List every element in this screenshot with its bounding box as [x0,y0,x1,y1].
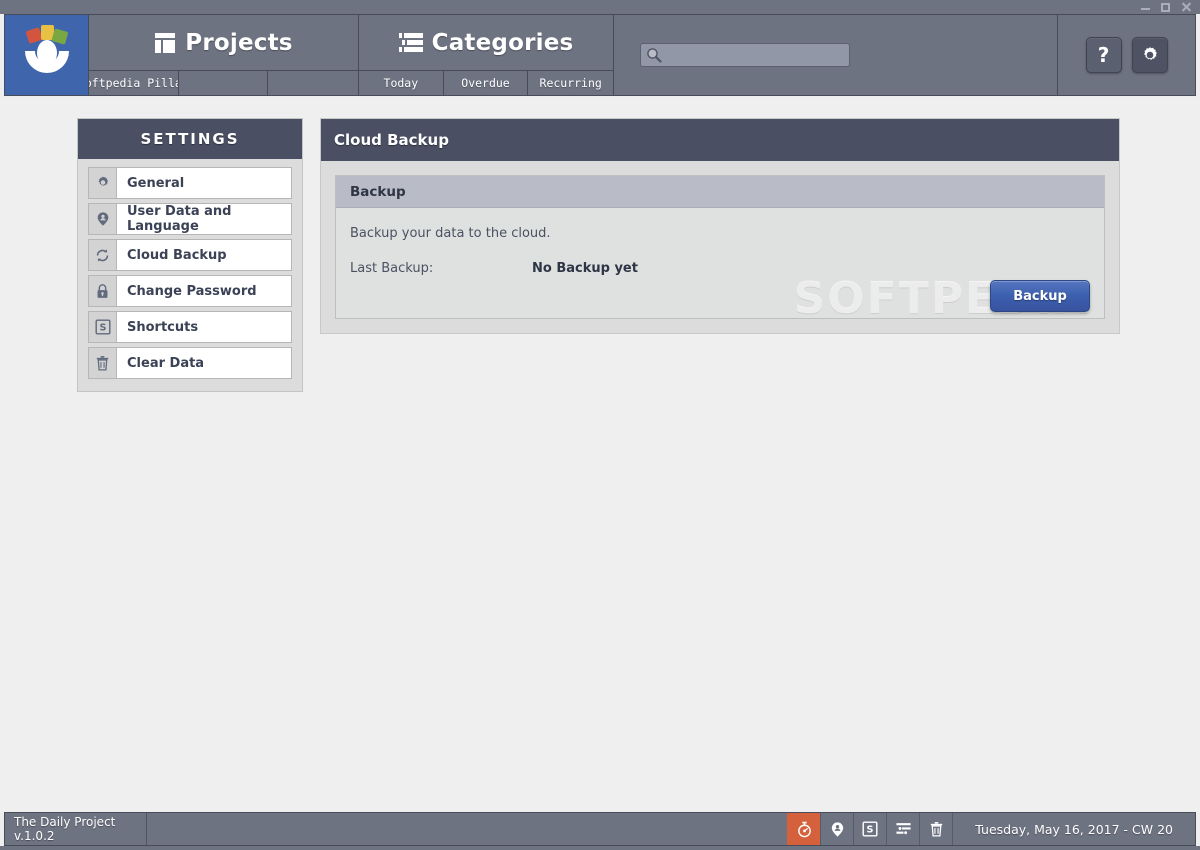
app-version-label: The Daily Project v.1.0.2 [5,813,147,845]
subtabs-projects: Softpedia Pillar [89,70,359,95]
status-bar: The Daily Project v.1.0.2 S Tuesday, May… [4,812,1196,846]
settings-button[interactable] [1131,37,1168,73]
nav-block-categories: Categories Today Overdue Recurring [359,15,614,95]
last-backup-value: No Backup yet [532,261,638,276]
subtabs-categories: Today Overdue Recurring [359,70,613,95]
nav-label-categories: Categories [431,29,574,56]
subtab-recurring[interactable]: Recurring [528,71,613,95]
minimize-icon[interactable] [1141,3,1150,11]
last-backup-row: Last Backup: No Backup yet [350,261,1090,276]
backup-card-title: Backup [336,176,1104,208]
person-pin-icon [89,204,117,234]
settings-panel-title: SETTINGS [78,119,302,159]
shortcuts-button[interactable]: S [853,813,886,845]
sidebar-item-cloud-backup[interactable]: Cloud Backup [88,239,292,271]
svg-text:S: S [867,825,874,836]
subtab-overdue[interactable]: Overdue [443,71,529,95]
list-lines-icon [398,32,423,52]
sidebar-item-label: Change Password [127,283,257,299]
subtab-projects-empty-1[interactable] [178,71,269,95]
last-backup-label: Last Backup: [350,261,434,276]
nav-block-projects: Projects Softpedia Pillar [89,15,359,95]
list-settings-icon [896,822,911,834]
lock-icon [89,276,117,306]
svg-text:S: S [99,323,106,334]
letter-s-box-icon: S [862,821,878,837]
page-title: Cloud Backup [321,119,1119,161]
sidebar-item-label: General [127,175,185,191]
nav-title-projects[interactable]: Projects [89,15,358,70]
header-actions: ? [1058,15,1195,95]
status-bar-tools: S [787,813,952,845]
sidebar-item-clear-data[interactable]: Clear Data [88,347,292,379]
letter-s-box-icon: S [89,312,117,342]
nav-label-projects: Projects [185,29,293,56]
window-titlebar [0,0,1200,14]
help-button[interactable]: ? [1085,37,1122,73]
close-icon[interactable] [1181,2,1192,13]
sidebar-item-label: Shortcuts [127,319,199,335]
settings-list: General User Data and Language Cloud Bac… [78,159,302,379]
content-area: SETTINGS General User Data and Language … [0,98,1200,812]
search-zone [614,15,1058,95]
backup-card-body: Backup your data to the cloud. Last Back… [336,208,1104,318]
sidebar-item-shortcuts[interactable]: S Shortcuts [88,311,292,343]
application-window: Projects Softpedia Pillar Categories [0,0,1200,850]
subtab-projects-empty-2[interactable] [268,71,359,95]
sidebar-item-label: Cloud Backup [127,247,227,263]
app-logo[interactable] [5,15,89,95]
sidebar-item-general[interactable]: General [88,167,292,199]
settings-panel: SETTINGS General User Data and Language … [77,118,303,392]
the-daily-project-logo-icon [25,25,69,73]
search-wrapper [640,43,850,67]
gear-icon [1143,47,1157,60]
current-date-label: Tuesday, May 16, 2017 - CW 20 [952,813,1195,845]
user-data-button[interactable] [820,813,853,845]
trash-icon [89,348,117,378]
timer-stopwatch-icon [797,821,811,837]
status-bar-spacer [147,813,787,845]
sidebar-item-user-data-and-language[interactable]: User Data and Language [88,203,292,235]
subtab-today[interactable]: Today [359,71,444,95]
trash-icon [930,821,942,837]
sync-refresh-icon [89,240,117,270]
nav-title-categories[interactable]: Categories [359,15,613,70]
maximize-icon[interactable] [1161,2,1170,12]
columns-layout-icon [155,32,176,53]
person-pin-icon [831,821,843,837]
gear-icon [89,168,117,198]
sidebar-item-label: Clear Data [127,355,205,371]
clear-data-button[interactable] [919,813,952,845]
search-input[interactable] [640,43,850,67]
window-controls [1141,0,1192,14]
main-panel: Cloud Backup Backup Backup your data to … [320,118,1120,334]
backup-button[interactable]: Backup [990,280,1090,312]
sidebar-item-label: User Data and Language [127,204,232,234]
window-bottom-edge [0,846,1200,850]
backup-description: Backup your data to the cloud. [350,226,551,241]
backup-card: Backup Backup your data to the cloud. La… [335,175,1105,319]
subtab-softpedia-pillar[interactable]: Softpedia Pillar [89,71,179,95]
app-header: Projects Softpedia Pillar Categories [4,14,1196,96]
sidebar-item-change-password[interactable]: Change Password [88,275,292,307]
timer-stopwatch-button[interactable] [787,813,821,845]
list-settings-button[interactable] [886,813,919,845]
